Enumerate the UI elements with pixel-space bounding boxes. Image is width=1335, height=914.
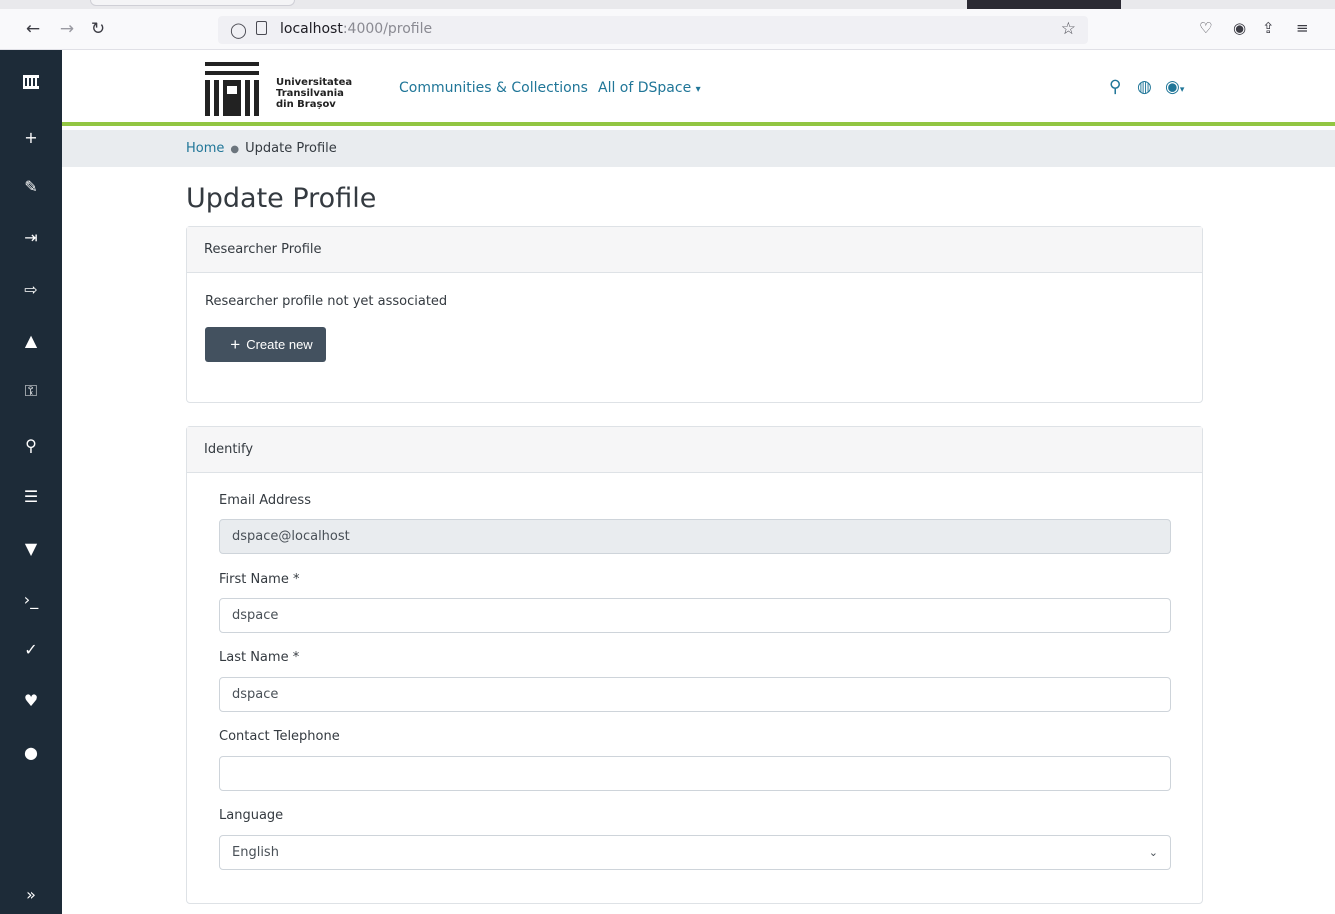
browser-tab-strip	[0, 0, 1335, 25]
last-name-label: Last Name *	[219, 650, 300, 665]
email-label: Email Address	[219, 493, 311, 508]
admin-sidebar: + ✎ ⇥ ⇨ ▲ ⚿ ⚲ ☰ ▼ ›_ ✓ ♥ ● »	[0, 50, 62, 914]
first-name-label: First Name *	[219, 572, 300, 587]
language-select[interactable]: English ⌄	[219, 835, 1171, 870]
heartbeat-icon[interactable]: ♥	[0, 686, 62, 716]
user-check-icon[interactable]: ✓	[0, 635, 62, 665]
bell-icon[interactable]: ▲	[0, 326, 62, 356]
browser-toolbar: ← → ↻ ◯ localhost:4000/profile ☆ ♡ ◉ ⇪ ≡	[0, 9, 1335, 50]
first-name-field[interactable]: dspace	[219, 598, 1171, 633]
university-logo[interactable]	[205, 62, 259, 116]
list-icon[interactable]: ☰	[0, 482, 62, 512]
alert-icon[interactable]: ●	[0, 738, 62, 768]
breadcrumb-separator: ●	[230, 144, 240, 155]
site-header: Universitatea Transilvania din Brașov Co…	[62, 50, 1335, 126]
chevron-down-icon: ▾	[695, 84, 701, 95]
email-field[interactable]: dspace@localhost	[219, 519, 1171, 554]
filter-icon[interactable]: ▼	[0, 534, 62, 564]
researcher-profile-card: Researcher Profile Researcher profile no…	[186, 226, 1203, 403]
page-icon[interactable]	[256, 21, 267, 35]
nav-all-of-dspace[interactable]: All of DSpace ▾	[598, 80, 701, 96]
language-globe-icon[interactable]: ◍	[1137, 77, 1152, 97]
create-new-button[interactable]: + Create new	[205, 327, 326, 362]
expand-sidebar-icon[interactable]: »	[0, 880, 62, 910]
import-icon[interactable]: ⇥	[0, 223, 62, 253]
url-text[interactable]: localhost:4000/profile	[280, 21, 432, 37]
terminal-icon[interactable]: ›_	[0, 585, 62, 615]
pocket-icon[interactable]: ♡	[1199, 19, 1212, 37]
user-menu-icon[interactable]: ◉▾	[1165, 77, 1184, 97]
last-name-field[interactable]: dspace	[219, 677, 1171, 712]
plus-icon: +	[230, 335, 241, 354]
search-icon[interactable]: ⚲	[0, 431, 62, 461]
identify-header: Identify	[187, 427, 1202, 473]
nav-communities-collections[interactable]: Communities & Collections	[399, 80, 588, 96]
contact-telephone-label: Contact Telephone	[219, 729, 340, 744]
pencil-icon[interactable]: ✎	[0, 172, 62, 202]
address-bar[interactable]: ◯ localhost:4000/profile ☆	[218, 16, 1088, 44]
identify-card: Identify Email Address dspace@localhost …	[186, 426, 1203, 904]
key-icon[interactable]: ⚿	[0, 376, 62, 406]
language-label: Language	[219, 808, 284, 823]
search-icon[interactable]: ⚲	[1109, 77, 1121, 97]
menu-icon[interactable]: ≡	[1296, 19, 1309, 37]
researcher-profile-message: Researcher profile not yet associated	[205, 294, 448, 309]
breadcrumb-current: Update Profile	[245, 141, 337, 156]
shield-icon[interactable]: ◯	[230, 21, 247, 39]
account-icon[interactable]: ◉	[1233, 19, 1246, 37]
extensions-icon[interactable]: ⇪	[1262, 19, 1275, 37]
breadcrumb: Home ● Update Profile	[62, 130, 1335, 167]
dspace-admin-logo-icon[interactable]	[0, 66, 62, 96]
breadcrumb-home[interactable]: Home	[186, 141, 224, 156]
export-icon[interactable]: ⇨	[0, 275, 62, 305]
browser-tab[interactable]	[90, 0, 295, 6]
page-title: Update Profile	[186, 183, 377, 214]
plus-icon[interactable]: +	[0, 123, 62, 153]
reload-icon[interactable]: ↻	[87, 18, 109, 40]
researcher-profile-header: Researcher Profile	[187, 227, 1202, 273]
contact-telephone-field[interactable]	[219, 756, 1171, 791]
forward-icon[interactable]: →	[56, 18, 78, 40]
chevron-down-icon: ⌄	[1148, 846, 1158, 859]
back-icon[interactable]: ←	[22, 18, 44, 40]
bookmark-star-icon[interactable]: ☆	[1061, 19, 1076, 39]
university-name[interactable]: Universitatea Transilvania din Brașov	[276, 77, 352, 110]
